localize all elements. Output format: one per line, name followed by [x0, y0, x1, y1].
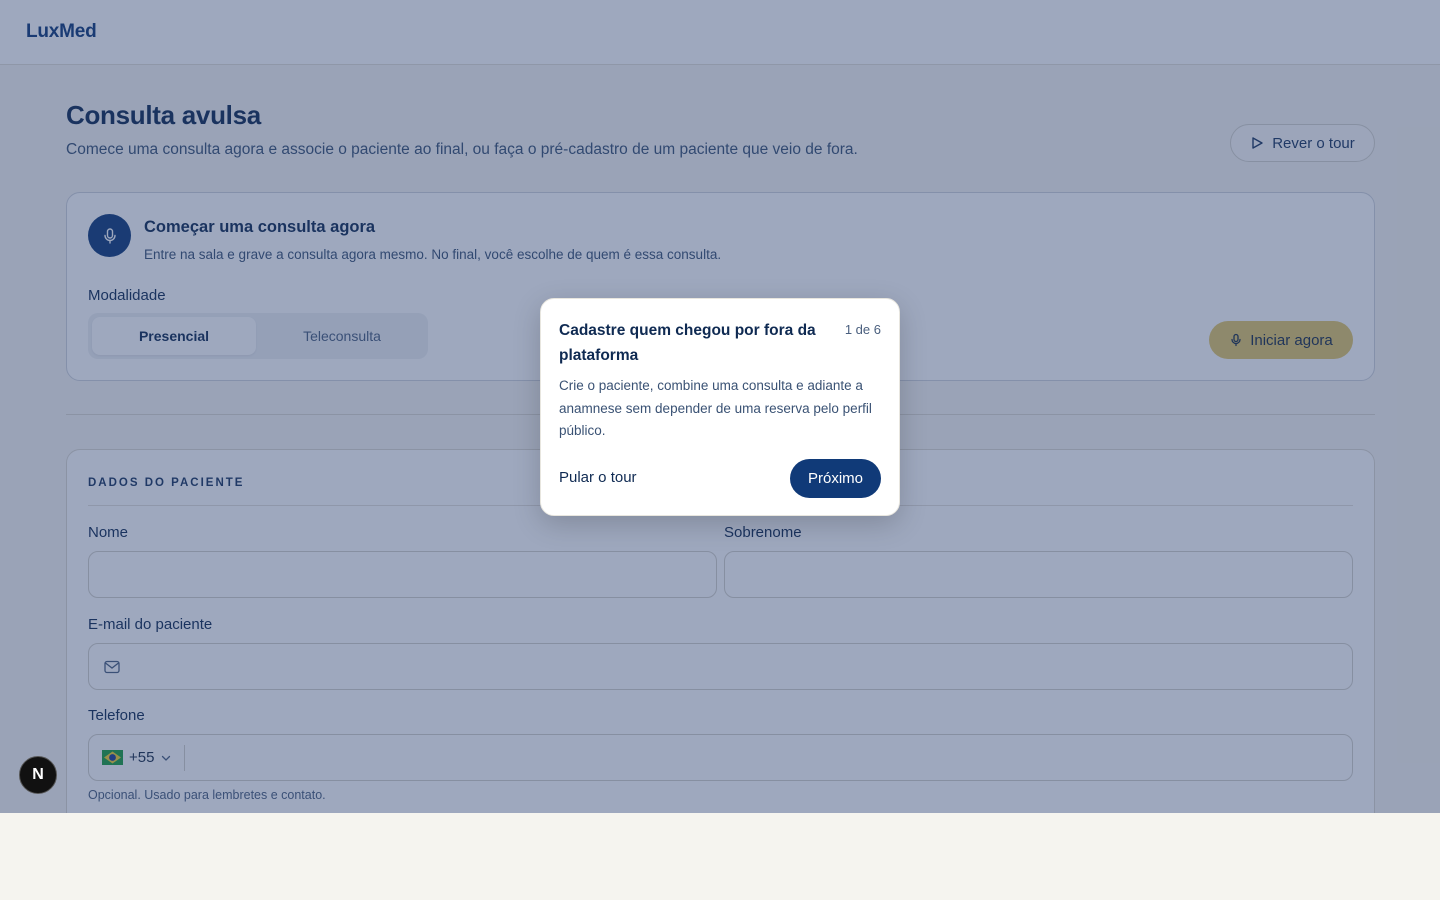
tour-step-counter: 1 de 6 [844, 322, 881, 337]
dev-tools-badge[interactable]: N [19, 756, 57, 794]
tour-title: Cadastre quem chegou por fora da platafo… [559, 322, 816, 364]
app-viewport: LuxMed Consulta avulsa Comece uma consul… [0, 0, 1440, 813]
next-step-button[interactable]: Próximo [790, 459, 881, 498]
skip-tour-button[interactable]: Pular o tour [559, 469, 637, 486]
tour-popover: Cadastre quem chegou por fora da platafo… [540, 298, 900, 516]
tour-body: Crie o paciente, combine uma consulta e … [559, 378, 872, 438]
